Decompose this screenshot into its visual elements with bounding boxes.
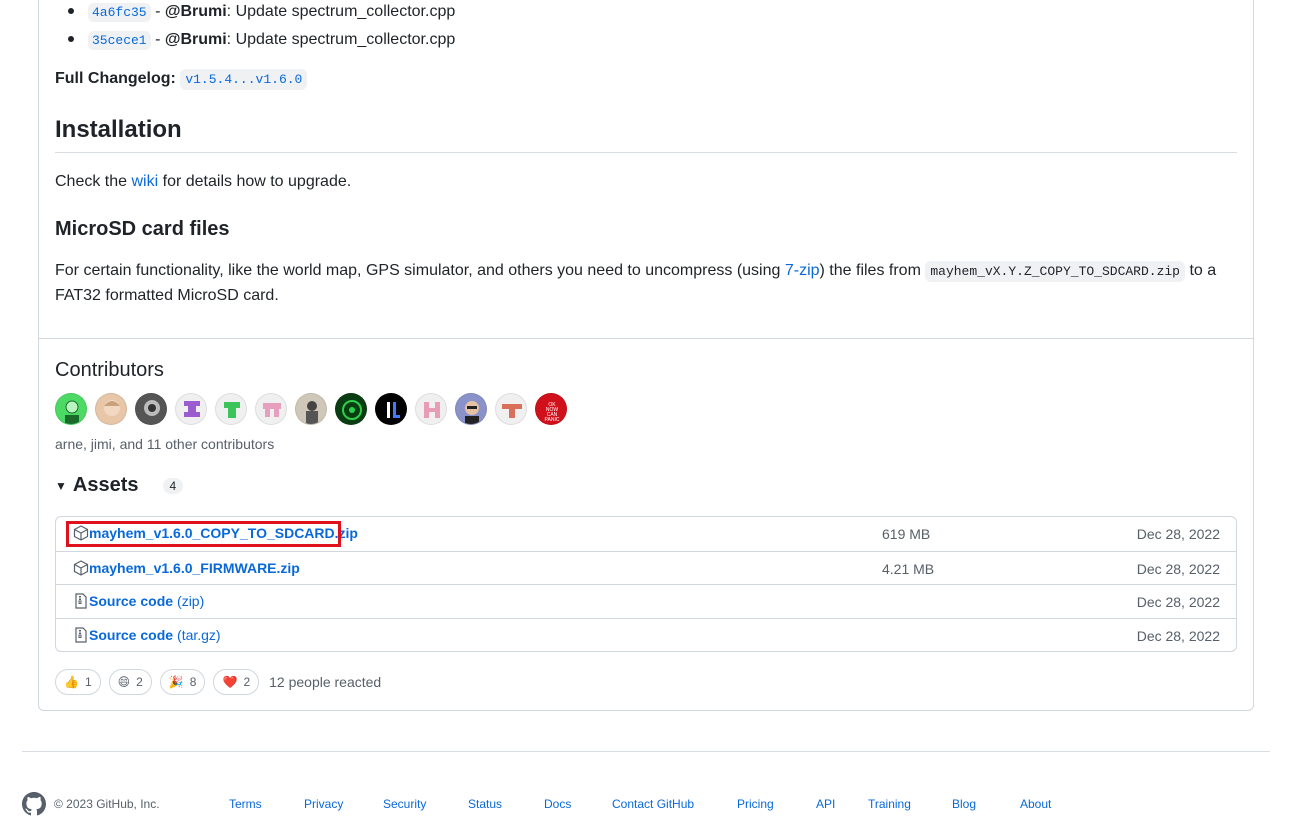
avatar[interactable]: OK NOW CAN PANIC (535, 393, 567, 425)
heart-icon: ❤️ (222, 675, 238, 689)
avatar[interactable] (55, 393, 87, 425)
contributor-avatars: OK NOW CAN PANIC (55, 393, 567, 425)
file-zip-icon (75, 626, 87, 643)
microsd-text: For certain functionality, like the worl… (55, 261, 1217, 304)
avatar[interactable] (175, 393, 207, 425)
copyright: © 2023 GitHub, Inc. (54, 797, 160, 811)
commit-item: 4a6fc35 - @Brumi: Update spectrum_collec… (68, 0, 455, 28)
commit-list: 4a6fc35 - @Brumi: Update spectrum_collec… (68, 0, 455, 56)
footer-link-contact[interactable]: Contact GitHub (612, 797, 737, 811)
asset-row: Source code (tar.gz) Dec 28, 2022 (56, 617, 1236, 652)
commit-author[interactable]: @Brumi (165, 31, 227, 48)
triangle-down-icon: ▼ (55, 478, 67, 493)
installation-text: Check the wiki for details how to upgrad… (55, 173, 352, 190)
asset-date: Dec 28, 2022 (1136, 560, 1220, 577)
asset-download-link[interactable]: mayhem_v1.6.0_COPY_TO_SDCARD.zip (89, 525, 358, 541)
footer-link-api[interactable]: API (816, 797, 868, 811)
footer-link-status[interactable]: Status (468, 797, 544, 811)
contributors-heading: Contributors (55, 359, 164, 381)
asset-row: Source code (zip) Dec 28, 2022 (56, 584, 1236, 618)
github-logo-icon[interactable] (22, 792, 46, 816)
commit-message: Update spectrum_collector.cpp (235, 3, 456, 20)
reaction-count: 2 (243, 675, 251, 689)
wiki-link[interactable]: wiki (132, 173, 159, 190)
source-code-link[interactable]: Source code (89, 627, 173, 643)
avatar[interactable] (95, 393, 127, 425)
asset-row: mayhem_v1.6.0_FIRMWARE.zip 4.21 MB Dec 2… (56, 550, 1236, 585)
commit-author[interactable]: @Brumi (165, 3, 227, 20)
7zip-link[interactable]: 7-zip (785, 262, 820, 279)
footer-divider (22, 751, 1270, 752)
package-icon (73, 559, 89, 576)
assets-list: mayhem_v1.6.0_COPY_TO_SDCARD.zip 619 MB … (55, 516, 1237, 652)
reactions-bar: 👍 1 😄 2 🎉 8 ❤️ 2 12 people reacted (55, 669, 381, 695)
reaction-heart[interactable]: ❤️ 2 (213, 669, 260, 695)
footer-link-pricing[interactable]: Pricing (737, 797, 816, 811)
source-code-format[interactable]: (tar.gz) (177, 627, 221, 643)
footer-link-blog[interactable]: Blog (952, 797, 1020, 811)
svg-text:PANIC: PANIC (545, 417, 560, 423)
reaction-count: 8 (189, 675, 197, 689)
assets-toggle[interactable]: ▼ Assets 4 (55, 474, 184, 497)
reaction-hooray[interactable]: 🎉 8 (159, 669, 206, 695)
file-zip-icon (75, 593, 87, 609)
avatar[interactable] (255, 393, 287, 425)
avatar[interactable] (415, 393, 447, 425)
avatar[interactable] (455, 393, 487, 425)
full-changelog-label: Full Changelog: (55, 70, 176, 87)
assets-heading: Assets (72, 474, 139, 496)
source-code-format[interactable]: (zip) (177, 593, 204, 609)
thumbs-up-icon: 👍 (64, 675, 79, 689)
contributors-summary[interactable]: arne, jimi, and 11 other contributors (55, 436, 274, 452)
avatar[interactable] (375, 393, 407, 425)
asset-date: Dec 28, 2022 (1136, 526, 1220, 542)
section-divider (39, 338, 1253, 339)
source-code-link[interactable]: Source code (89, 593, 173, 609)
commit-item: 35cece1 - @Brumi: Update spectrum_collec… (68, 28, 455, 56)
package-icon (73, 525, 89, 541)
commit-message: Update spectrum_collector.cpp (235, 31, 456, 48)
microsd-heading: MicroSD card files (55, 218, 230, 240)
asset-row: mayhem_v1.6.0_COPY_TO_SDCARD.zip 619 MB … (56, 517, 1236, 551)
commit-sha-link[interactable]: 4a6fc35 (88, 3, 151, 22)
asset-size: 619 MB (882, 526, 931, 542)
smile-icon: 😄 (117, 675, 131, 689)
asset-download-link[interactable]: mayhem_v1.6.0_FIRMWARE.zip (89, 560, 300, 576)
avatar[interactable] (135, 393, 167, 425)
reactions-summary: 12 people reacted (269, 674, 382, 690)
commit-sha-link[interactable]: 35cece1 (88, 31, 151, 50)
avatar[interactable] (335, 393, 367, 425)
avatar[interactable] (495, 393, 527, 425)
asset-date: Dec 28, 2022 (1136, 627, 1220, 644)
asset-date: Dec 28, 2022 (1136, 594, 1220, 610)
footer-link-about[interactable]: About (1020, 797, 1070, 811)
avatar[interactable] (295, 393, 327, 425)
installation-heading: Installation (55, 116, 1237, 153)
footer: © 2023 GitHub, Inc. (22, 792, 160, 816)
footer-link-training[interactable]: Training (868, 797, 952, 811)
footer-link-docs[interactable]: Docs (544, 797, 612, 811)
full-changelog: Full Changelog: v1.5.4...v1.6.0 (55, 67, 308, 92)
assets-count-badge: 4 (162, 477, 184, 494)
sdcard-filename-code: mayhem_vX.Y.Z_COPY_TO_SDCARD.zip (925, 261, 1185, 282)
changelog-range-link[interactable]: v1.5.4...v1.6.0 (180, 69, 308, 90)
reaction-count: 2 (136, 675, 143, 689)
footer-links: Terms Privacy Security Status Docs Conta… (229, 797, 1070, 811)
footer-link-terms[interactable]: Terms (229, 797, 304, 811)
reaction-laugh[interactable]: 😄 2 (108, 669, 152, 695)
avatar[interactable] (215, 393, 247, 425)
footer-link-security[interactable]: Security (383, 797, 468, 811)
reaction-count: 1 (84, 675, 92, 689)
footer-link-privacy[interactable]: Privacy (304, 797, 383, 811)
asset-size: 4.21 MB (882, 560, 935, 577)
reaction-thumbs-up[interactable]: 👍 1 (55, 669, 101, 695)
party-icon: 🎉 (168, 675, 184, 689)
